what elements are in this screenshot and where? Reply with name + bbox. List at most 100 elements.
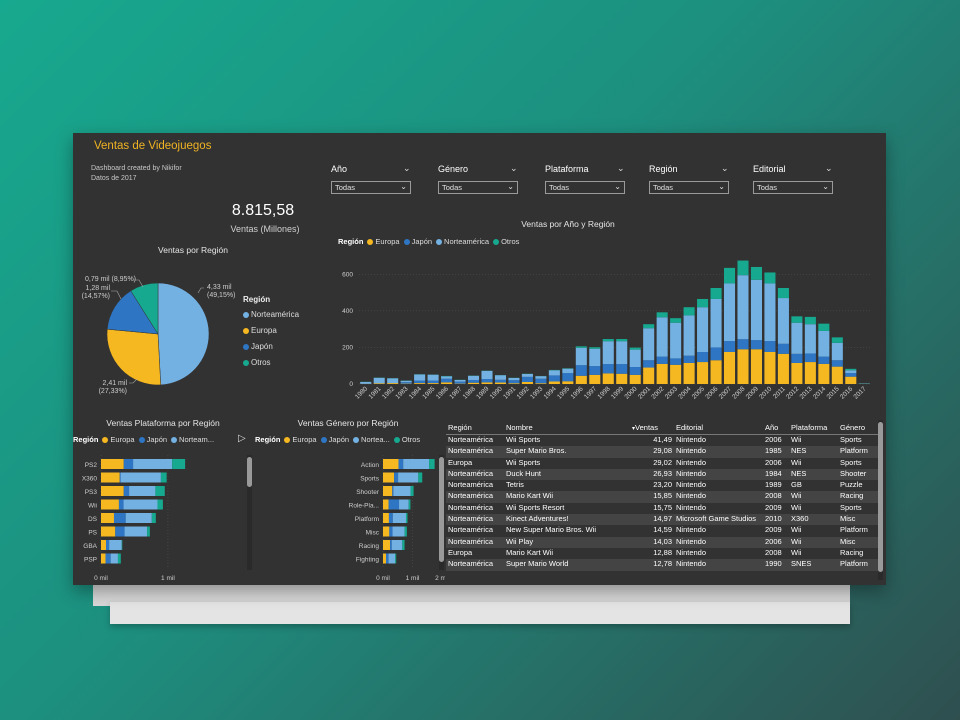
legend-item-otros[interactable]: Otros <box>501 237 519 246</box>
bar-japon-psp[interactable] <box>105 553 111 564</box>
bar-norteamerica-1995[interactable] <box>562 368 574 374</box>
bar-otros-2004[interactable] <box>683 307 695 316</box>
bar-norteamerica-x360[interactable] <box>120 472 161 483</box>
bar-japon-role-pla[interactable] <box>388 499 400 510</box>
genre-scrollbar[interactable] <box>439 455 444 570</box>
bar-japon-2001[interactable] <box>643 360 655 368</box>
bar-norteamerica-1988[interactable] <box>468 375 480 380</box>
legend-item-japon[interactable]: Japón <box>147 435 167 444</box>
bar-japon-1985[interactable] <box>427 380 439 384</box>
bar-japon-racing[interactable] <box>390 540 392 550</box>
table-row[interactable]: Norteamérica Mario Kart Wii 15,85 Nintendo 2… <box>446 491 880 503</box>
bar-norteamerica-2011[interactable] <box>777 298 789 344</box>
bar-otros-2000[interactable] <box>629 347 641 350</box>
bar-europa-gba[interactable] <box>101 540 107 550</box>
bar-otros-psp[interactable] <box>117 553 121 564</box>
bar-norteamerica-1991[interactable] <box>508 377 520 381</box>
slicer-dropdown-plataforma[interactable]: Todas ⌄ <box>545 181 625 194</box>
bar-japon-platform[interactable] <box>388 513 393 523</box>
legend-item-europa[interactable]: Europa <box>375 237 399 246</box>
bar-otros-1997[interactable] <box>589 347 601 349</box>
table-row[interactable]: Norteamérica New Super Mario Bros. Wii 14,… <box>446 525 880 536</box>
bar-europa-1984[interactable] <box>414 383 426 384</box>
bar-europa-shooter[interactable] <box>383 486 393 496</box>
bar-norteamerica-ds[interactable] <box>125 513 152 523</box>
bar-otros-platform[interactable] <box>405 513 408 523</box>
bar-europa-1989[interactable] <box>481 382 493 384</box>
bar-otros-2012[interactable] <box>791 316 803 323</box>
slicer-dropdown-genero[interactable]: Todas ⌄ <box>438 181 518 194</box>
bar-norteamerica-fighting[interactable] <box>388 553 396 564</box>
bar-europa-fighting[interactable] <box>383 553 386 564</box>
bar-norteamerica-2004[interactable] <box>683 315 695 356</box>
bar-japon-1996[interactable] <box>575 365 587 376</box>
bar-europa-2013[interactable] <box>804 362 816 384</box>
bar-otros-ps[interactable] <box>147 526 150 537</box>
bar-norteamerica-2009[interactable] <box>750 279 762 341</box>
legend-item-norteamerica[interactable]: Nortea... <box>361 435 390 444</box>
bar-otros-2013[interactable] <box>804 316 816 325</box>
bar-europa-action[interactable] <box>383 459 399 469</box>
bar-norteamerica-ps3[interactable] <box>129 486 156 496</box>
bar-norteamerica-1986[interactable] <box>441 376 453 379</box>
legend-item-norteamerica[interactable]: Norteam... <box>179 435 214 444</box>
bar-europa-1992[interactable] <box>521 381 533 384</box>
bar-japon-2016[interactable] <box>845 373 857 377</box>
table-row[interactable]: Norteamérica Super Mario Bros. 29,08 Ninten… <box>446 446 880 458</box>
bar-otros-ps3[interactable] <box>155 486 165 496</box>
chevron-down-icon[interactable]: ⌄ <box>510 163 518 174</box>
bar-otros-racing[interactable] <box>402 540 405 550</box>
table-row[interactable]: Europa Mario Kart Wii 12,88 Nintendo 2008 Wii… <box>446 548 880 559</box>
bar-norteamerica-1985[interactable] <box>427 374 439 381</box>
bar-norteamerica-wii[interactable] <box>123 499 158 510</box>
bar-norteamerica-2012[interactable] <box>791 322 803 354</box>
bar-norteamerica-1994[interactable] <box>548 370 560 376</box>
bar-norteamerica-2006[interactable] <box>710 298 722 348</box>
bar-europa-misc[interactable] <box>383 526 390 537</box>
bar-europa-2008[interactable] <box>737 349 749 384</box>
bar-norteamerica-1996[interactable] <box>575 347 587 366</box>
bar-japon-1983[interactable] <box>400 382 412 384</box>
bar-otros-x360[interactable] <box>160 472 167 483</box>
column-header-region[interactable]: Región <box>446 420 504 435</box>
pie-legend-item[interactable]: Otros <box>243 355 299 371</box>
bar-norteamerica-racing[interactable] <box>391 540 403 550</box>
bar-norteamerica-2001[interactable] <box>643 328 655 361</box>
bar-norteamerica-1980[interactable] <box>360 381 372 384</box>
bar-otros-2003[interactable] <box>670 318 682 323</box>
bar-norteamerica-2013[interactable] <box>804 324 816 354</box>
bar-otros-gba[interactable] <box>121 540 123 550</box>
bar-norteamerica-1997[interactable] <box>589 348 601 367</box>
bar-japon-1995[interactable] <box>562 373 574 382</box>
bar-europa-ps2[interactable] <box>101 459 124 469</box>
bar-europa-1986[interactable] <box>441 382 453 384</box>
bar-japon-1989[interactable] <box>481 379 493 383</box>
bar-japon-2006[interactable] <box>710 347 722 361</box>
bar-europa-2015[interactable] <box>831 366 843 384</box>
bar-otros-2015[interactable] <box>831 337 843 343</box>
bar-otros-shooter[interactable] <box>410 486 414 496</box>
bar-europa-2007[interactable] <box>724 352 736 384</box>
year-chart[interactable]: 0200400600198019811982198319841985198619… <box>331 251 881 406</box>
bar-japon-sports[interactable] <box>394 472 399 483</box>
bar-norteamerica-1999[interactable] <box>616 341 628 365</box>
bar-europa-2003[interactable] <box>670 364 682 384</box>
bar-norteamerica-1987[interactable] <box>454 379 466 382</box>
bar-japon-1991[interactable] <box>508 380 520 384</box>
bar-japon-ds[interactable] <box>113 513 126 523</box>
bar-norteamerica-2010[interactable] <box>764 283 776 342</box>
bar-otros-ds[interactable] <box>151 513 156 523</box>
bar-otros-2014[interactable] <box>818 323 830 331</box>
bar-europa-2012[interactable] <box>791 362 803 384</box>
bar-europa-2005[interactable] <box>697 362 709 384</box>
bar-europa-2009[interactable] <box>750 349 762 384</box>
legend-next-arrow-icon[interactable]: ▷ <box>238 433 246 444</box>
bar-japon-2005[interactable] <box>697 352 709 363</box>
legend-item-japon[interactable]: Japón <box>412 237 432 246</box>
bar-europa-2000[interactable] <box>629 374 641 384</box>
slicer-dropdown-ano[interactable]: Todas ⌄ <box>331 181 411 194</box>
bar-europa-1985[interactable] <box>427 383 439 384</box>
bar-otros-2010[interactable] <box>764 272 776 284</box>
bar-europa-x360[interactable] <box>101 472 120 483</box>
table-scroll-thumb[interactable] <box>878 422 883 572</box>
